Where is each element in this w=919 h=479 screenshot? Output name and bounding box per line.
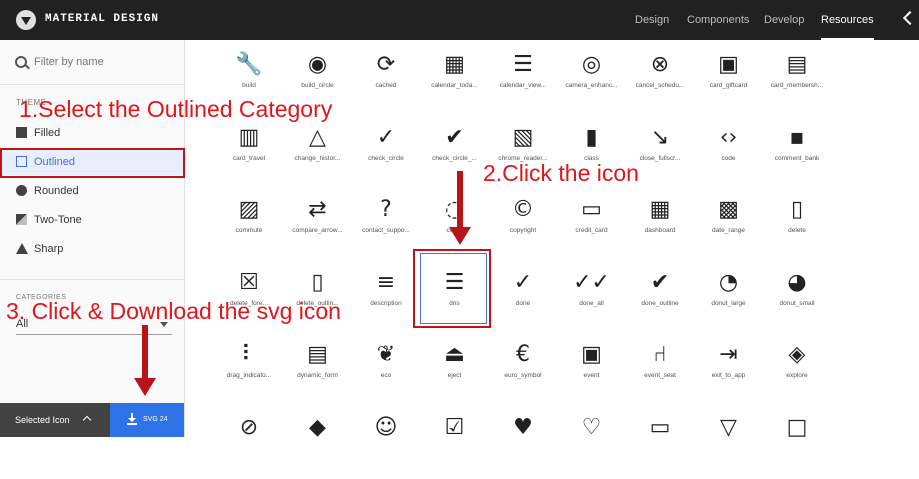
icon-cell-explore[interactable]: ◈ explore [757,334,837,406]
icon-cell-delete[interactable]: ▯ delete [757,189,837,261]
sharp-triangle-icon [16,243,28,254]
annotation-step2: 2.Click the icon [483,160,639,186]
annotation-step3: 3. Click & Download the svg icon [6,298,341,324]
icon-name-label: donut_small [779,299,815,307]
theme-label-rounded: Rounded [34,185,79,197]
nav-resources[interactable]: Resources [821,0,874,40]
theme-label-filled: Filled [34,127,61,139]
theme-sharp[interactable]: Sharp [0,236,184,262]
theme-label-sharp: Sharp [34,243,64,255]
filled-square-icon [16,127,27,138]
annotation-arrow-shaft-icon [457,171,463,229]
download-icon [127,413,137,425]
icon-cell-donut_small[interactable]: ◕ donut_small [757,262,837,334]
icon-name-label: delete [788,227,806,234]
icon-cell[interactable]: □ [757,407,837,479]
icon-name-label: comment_bank [774,154,820,162]
annotation-box-dns [413,249,491,328]
annotation-box-outlined [0,148,185,178]
brand-title[interactable]: MATERIAL DESIGN [45,13,159,25]
download-svg-label: SVG 24 [143,416,168,423]
delete-icon: ▯ [790,197,804,222]
material-logo-icon[interactable] [16,10,36,30]
theme-rounded[interactable]: Rounded [0,178,184,204]
bottom-bar: Selected Icon SVG 24 [0,403,184,437]
donut_small-icon: ◕ [787,269,807,295]
search-icon [15,56,27,68]
theme-two-tone[interactable]: Two-Tone [0,207,184,233]
download-svg-button[interactable]: SVG 24 [110,403,184,437]
nav-design[interactable]: Design [635,0,669,40]
annotation-step1: 1.Select the Outlined Category [19,96,333,122]
icon-name-label: card_membersh... [770,82,824,89]
nav-components[interactable]: Components [687,0,749,40]
selected-icon-button[interactable]: Selected Icon [0,403,110,437]
icon-cell-card_membersh[interactable]: ▤ card_membersh... [757,44,837,116]
theme-label-two-tone: Two-Tone [34,214,82,226]
chevron-left-icon[interactable] [902,10,918,26]
theme-filled[interactable]: Filled [0,120,184,146]
search-input[interactable] [34,54,174,70]
comment_bank-icon: ▪ [789,124,805,150]
rounded-circle-icon [16,185,27,196]
sidebar-divider [0,279,184,280]
nav-develop[interactable]: Develop [764,0,804,40]
annotation-arrow-down-icon-2 [134,378,156,396]
search-bar [0,40,184,85]
icon-name-label: explore [786,372,808,379]
selected-icon-label: Selected Icon [15,415,70,425]
two-tone-icon [16,214,27,225]
icon-cell-comment_bank[interactable]: ▪ comment_bank [757,117,837,189]
annotation-arrow-down-icon [449,227,471,245]
top-app-bar: MATERIAL DESIGN Design Components Develo… [0,0,919,40]
explore-icon: ◈ [788,342,806,367]
chevron-up-icon [82,415,92,425]
card_membersh-icon: ▤ [786,52,808,77]
annotation-arrow-shaft-icon-2 [142,325,148,380]
